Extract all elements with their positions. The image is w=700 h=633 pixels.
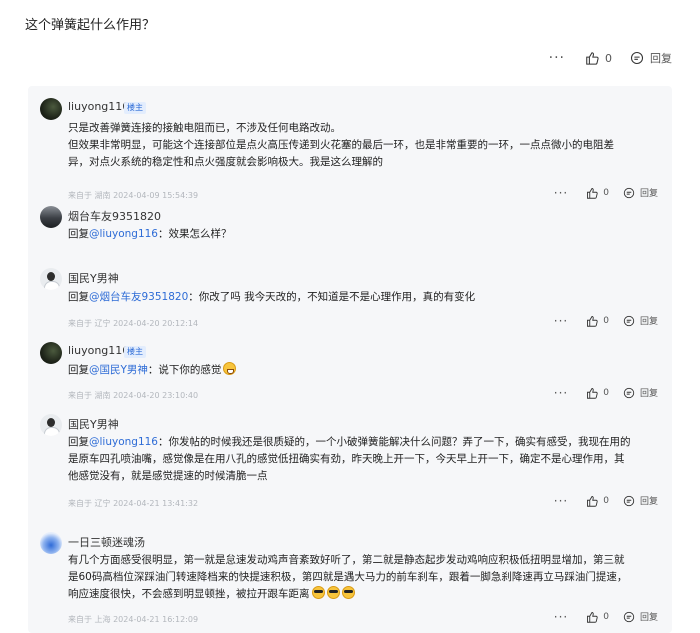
reply-label: 回复 — [639, 189, 658, 199]
comment-actions: ··· 0 回复 — [554, 494, 658, 508]
comment-author[interactable]: 国民Y男神 — [68, 270, 119, 286]
reply-label: 回复 — [650, 52, 672, 65]
op-badge: 楼主 — [124, 102, 146, 114]
comment-line: 他感觉没有，就是感觉提速的时候清脆一点 — [68, 470, 268, 482]
thumbs-up-icon — [587, 315, 598, 327]
comment-icon — [623, 187, 635, 198]
comment-icon — [623, 387, 635, 398]
comment-actions: ··· 0 回复 — [554, 314, 658, 328]
thumbs-up-icon — [587, 187, 598, 199]
comment-line: 是原车四孔喷油嘴，感觉像是在用八孔的感觉低扭确实有劲，昨天晚上开一下，今天早上开… — [68, 453, 625, 465]
like-button[interactable]: 0 — [586, 387, 609, 399]
comment-text: 回复@liuyong116：你发帖的时候我还是很质疑的，一个小破弹簧能解决什么问… — [68, 434, 658, 485]
comment-author[interactable]: 一日三顿迷魂汤 — [68, 534, 145, 550]
like-button[interactable]: 0 — [586, 187, 609, 199]
comment-text: 只是改善弹簧连接的接触电阻而已，不涉及任何电路改动。 但效果非常明显，可能这个连… — [68, 120, 658, 171]
avatar[interactable] — [40, 532, 62, 554]
more-options-button[interactable]: ··· — [554, 611, 568, 623]
comment-text: 回复@国民Y男神：说下你的感觉 — [68, 362, 658, 379]
like-count: 0 — [603, 495, 609, 506]
reply-label: 回复 — [639, 613, 658, 623]
reply-prefix: 回复 — [68, 228, 89, 240]
comment-line: ：你发帖的时候我还是很质疑的，一个小破弹簧能解决什么问题？弄了一下，确实有感受，… — [158, 436, 631, 448]
comment-actions: ··· 0 回复 — [554, 186, 658, 200]
comment-line: 响应速度很快，不会感到明显顿挫，被拉开跟车距离 — [68, 588, 310, 600]
like-count: 0 — [603, 187, 609, 198]
mention-link[interactable]: @国民Y男神 — [89, 364, 148, 376]
comment-line: 是60码高档位深踩油门转速降档来的快提速积极，第四就是遇大马力的前车刹车，跟着一… — [68, 571, 628, 583]
more-options-button[interactable]: ··· — [554, 315, 568, 327]
reply-button[interactable]: 回复 — [623, 314, 658, 327]
comment-meta: 来自于 湖南 2024-04-09 15:54:39 — [68, 191, 199, 200]
thumbs-up-icon — [587, 611, 598, 623]
comment-author[interactable]: liuyong116 — [68, 100, 129, 113]
mention-link[interactable]: @烟台车友9351820 — [89, 291, 188, 303]
comment-icon — [623, 315, 635, 326]
comment-icon — [623, 611, 635, 622]
reply-label: 回复 — [639, 497, 658, 507]
like-button[interactable]: 0 — [585, 51, 612, 65]
sunglasses-emoji-icon — [341, 586, 355, 599]
reply-button[interactable]: 回复 — [623, 494, 658, 507]
avatar[interactable] — [40, 98, 62, 120]
like-button[interactable]: 0 — [586, 315, 609, 327]
sunglasses-emoji-icon — [311, 586, 325, 599]
comment-meta: 来自于 辽宁 2024-04-20 20:12:14 — [68, 319, 199, 328]
thumbs-up-icon — [587, 495, 598, 507]
question-actions: ··· 0 回复 — [549, 50, 672, 66]
like-count: 0 — [605, 51, 612, 65]
comment-line: ：效果怎么样？ — [158, 228, 232, 240]
more-options-button[interactable]: ··· — [554, 187, 568, 199]
comment-meta: 来自于 湖南 2024-04-20 23:10:40 — [68, 391, 199, 400]
more-options-button[interactable]: ··· — [554, 495, 568, 507]
comment-text: 回复@烟台车友9351820：你改了吗 我今天改的，不知道是不是心理作用，真的有… — [68, 289, 658, 306]
comment-author[interactable]: 烟台车友9351820 — [68, 208, 161, 224]
avatar[interactable] — [40, 206, 62, 228]
reply-label: 回复 — [639, 389, 658, 399]
reply-label: 回复 — [639, 317, 658, 327]
like-button[interactable]: 0 — [586, 611, 609, 623]
reply-prefix: 回复 — [68, 364, 89, 376]
comment-list: liuyong116 楼主 只是改善弹簧连接的接触电阻而已，不涉及任何电路改动。… — [28, 86, 672, 633]
reply-button[interactable]: 回复 — [623, 186, 658, 199]
comment-line: 异，对点火系统的稳定性和点火强度就会影响极大。我是这么理解的 — [68, 156, 383, 168]
avatar[interactable] — [40, 414, 62, 436]
comment-icon — [623, 495, 635, 506]
more-options-button[interactable]: ··· — [549, 51, 565, 65]
reply-button[interactable]: 回复 — [623, 386, 658, 399]
avatar[interactable] — [40, 268, 62, 290]
op-badge: 楼主 — [124, 346, 146, 358]
like-count: 0 — [603, 315, 609, 326]
comment-actions: ··· 0 回复 — [554, 386, 658, 400]
comment-meta: 来自于 辽宁 2024-04-21 13:41:32 — [68, 499, 199, 508]
reply-button[interactable]: 回复 — [623, 610, 658, 623]
reply-prefix: 回复 — [68, 291, 89, 303]
reply-button[interactable]: 回复 — [630, 50, 672, 66]
thumbs-up-icon — [587, 387, 598, 399]
question-title: 这个弹簧起什么作用？ — [25, 18, 156, 33]
grin-emoji-icon — [223, 362, 237, 375]
comment-author[interactable]: 国民Y男神 — [68, 416, 119, 432]
comment-line: 只是改善弹簧连接的接触电阻而已，不涉及任何电路改动。 — [68, 122, 341, 134]
like-count: 0 — [603, 611, 609, 622]
like-count: 0 — [603, 387, 609, 398]
comment-line: 有几个方面感受很明显，第一就是怠速发动鸡声音紊致好听了，第二就是静态起步发动鸡响… — [68, 554, 625, 566]
comment-icon — [630, 51, 644, 65]
comment-actions: ··· 0 回复 — [554, 610, 658, 624]
sunglasses-emoji-icon — [326, 586, 340, 599]
comment-author[interactable]: liuyong116 — [68, 344, 129, 357]
more-options-button[interactable]: ··· — [554, 387, 568, 399]
mention-link[interactable]: @liuyong116 — [89, 228, 158, 240]
comment-meta: 来自于 上海 2024-04-21 16:12:09 — [68, 615, 199, 624]
comment-line: ：你改了吗 我今天改的，不知道是不是心理作用，真的有变化 — [188, 291, 476, 303]
mention-link[interactable]: @liuyong116 — [89, 436, 158, 448]
like-button[interactable]: 0 — [586, 495, 609, 507]
comment-line: ：说下你的感觉 — [147, 364, 222, 376]
reply-prefix: 回复 — [68, 436, 89, 448]
avatar[interactable] — [40, 342, 62, 364]
comment-text: 有几个方面感受很明显，第一就是怠速发动鸡声音紊致好听了，第二就是静态起步发动鸡响… — [68, 552, 658, 603]
thumbs-up-icon — [586, 52, 599, 65]
comment-line: 但效果非常明显，可能这个连接部位是点火高压传递到火花塞的最后一环，也是非常重要的… — [68, 139, 614, 151]
comment-text: 回复@liuyong116：效果怎么样？ — [68, 226, 658, 243]
